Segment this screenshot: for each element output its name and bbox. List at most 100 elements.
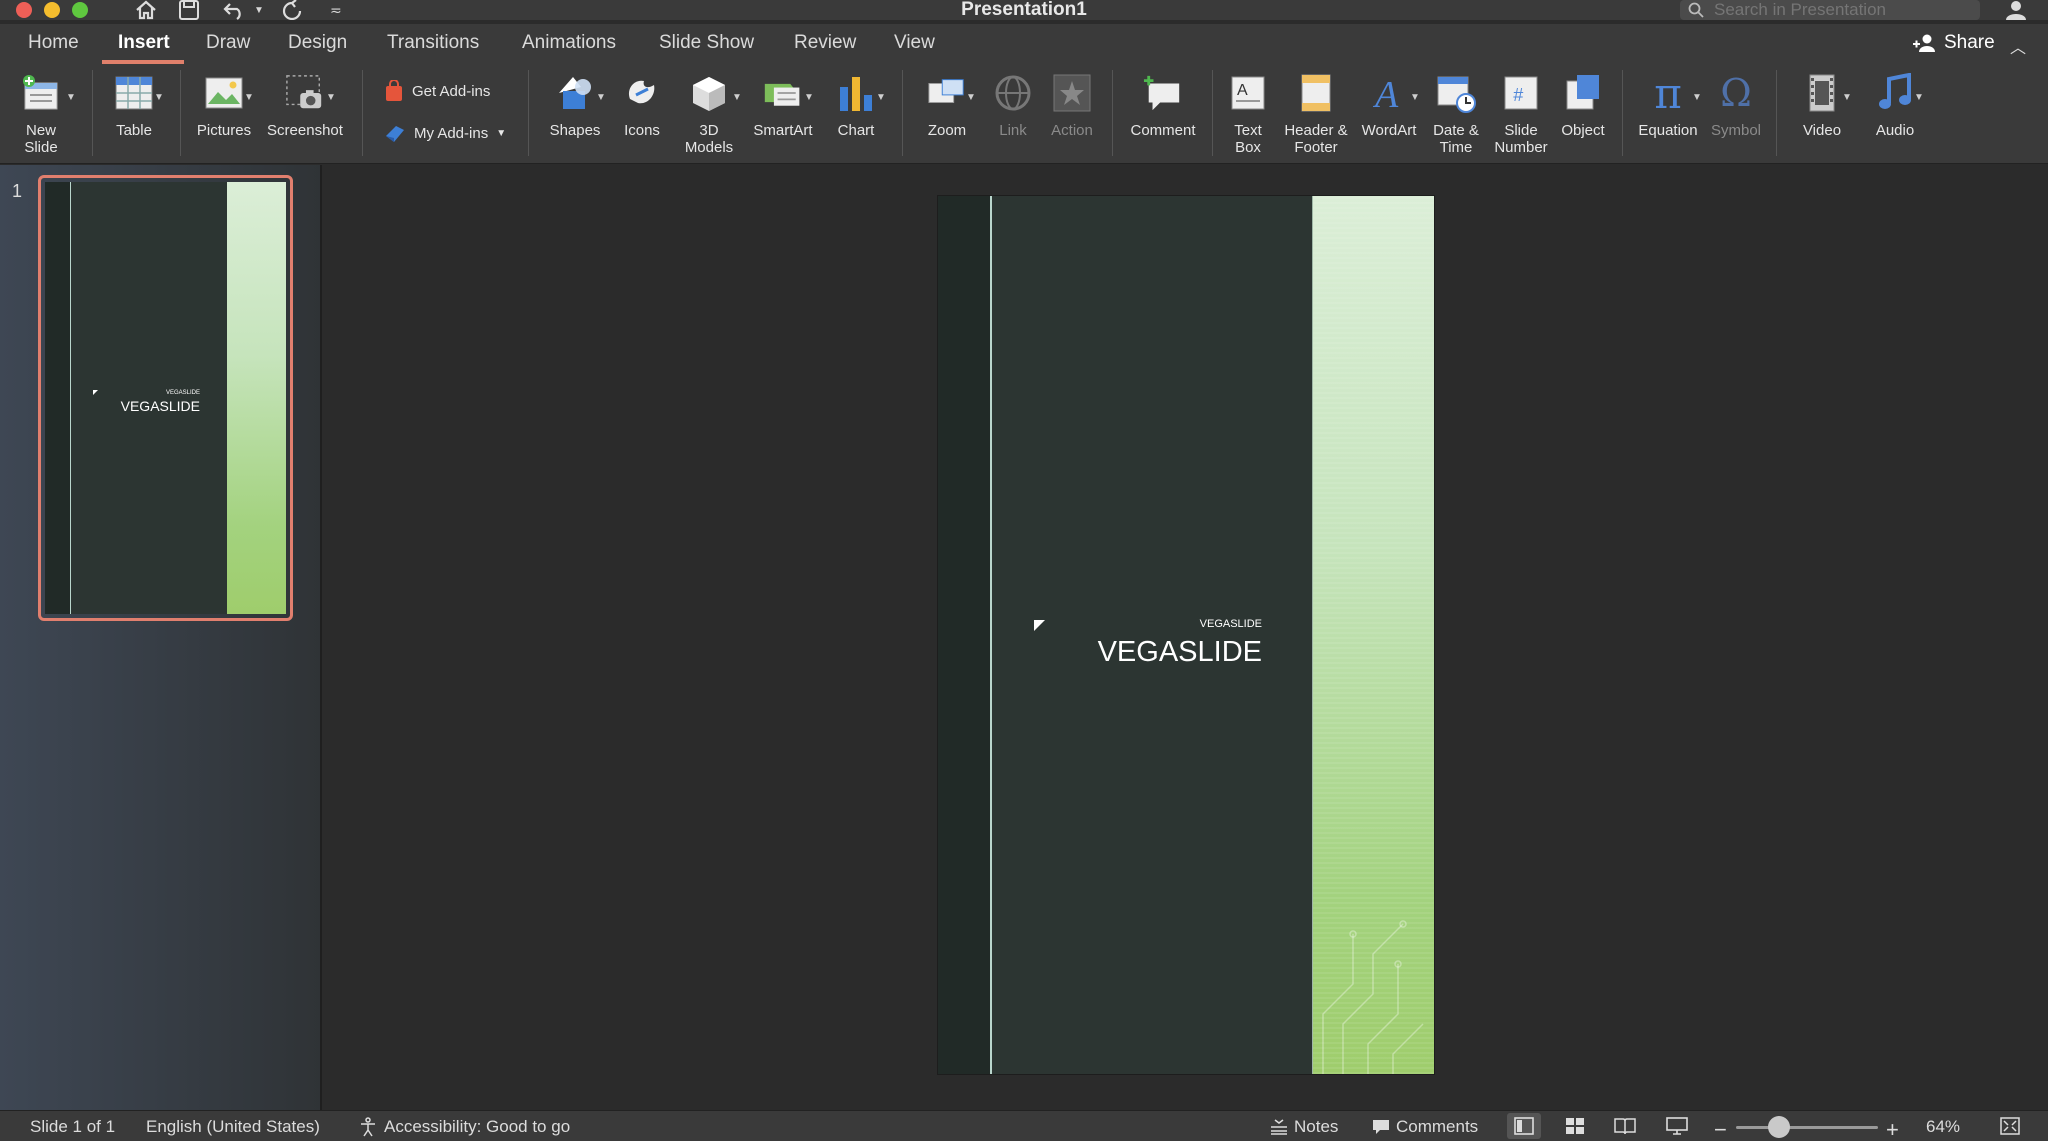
slide-thumbnail-pane: 1 VEGASLIDE VEGASLIDE bbox=[0, 165, 322, 1110]
header-footer-icon bbox=[1296, 72, 1336, 114]
slide-show-button[interactable] bbox=[1660, 1113, 1694, 1139]
notes-button[interactable]: Notes bbox=[1270, 1117, 1338, 1137]
slide-subtitle[interactable]: VEGASLIDE bbox=[1200, 618, 1262, 630]
screenshot-icon bbox=[285, 72, 325, 114]
title-bar: ▼ ≂ Presentation1 bbox=[0, 0, 2048, 20]
chart-button[interactable]: Chart bbox=[826, 72, 886, 139]
bar-chart-icon bbox=[836, 72, 876, 114]
screenshot-label: Screenshot bbox=[267, 122, 343, 139]
link-button[interactable]: Link bbox=[986, 72, 1040, 139]
pi-icon: π bbox=[1654, 68, 1682, 118]
tab-review[interactable]: Review bbox=[794, 32, 856, 54]
video-dropdown-icon[interactable]: ▼ bbox=[1842, 92, 1852, 103]
slide-canvas[interactable]: VEGASLIDE VEGASLIDE bbox=[938, 196, 1434, 1074]
action-button[interactable]: Action bbox=[1044, 72, 1100, 139]
shapes-button[interactable]: Shapes bbox=[542, 72, 608, 139]
search-box[interactable] bbox=[1680, 0, 1980, 20]
tab-animations[interactable]: Animations bbox=[522, 32, 616, 54]
comment-bubble-icon bbox=[1373, 1120, 1389, 1134]
my-addins-dropdown-icon[interactable]: ▼ bbox=[496, 128, 506, 139]
screenshot-dropdown-icon[interactable]: ▼ bbox=[326, 92, 336, 103]
share-button[interactable]: Share bbox=[1912, 32, 1995, 54]
comment-label: Comment bbox=[1130, 122, 1196, 139]
thumbnail-title: VEGASLIDE bbox=[120, 398, 200, 414]
notes-icon bbox=[1271, 1119, 1287, 1135]
tab-transitions[interactable]: Transitions bbox=[387, 32, 479, 54]
my-addins-button[interactable]: My Add-ins ▼ bbox=[384, 122, 506, 144]
audio-label: Audio bbox=[1875, 122, 1915, 139]
slide-number-button[interactable]: # Slide Number bbox=[1490, 72, 1552, 156]
zoom-percentage[interactable]: 64% bbox=[1926, 1117, 1960, 1137]
film-icon bbox=[1802, 72, 1842, 114]
comments-label: Comments bbox=[1396, 1117, 1479, 1136]
new-slide-button[interactable]: New Slide bbox=[12, 72, 70, 156]
pane-splitter[interactable] bbox=[320, 165, 322, 1110]
3d-models-dropdown-icon[interactable]: ▼ bbox=[732, 92, 742, 103]
tab-home[interactable]: Home bbox=[28, 32, 79, 54]
search-input[interactable] bbox=[1714, 0, 1974, 20]
comment-icon bbox=[1143, 72, 1183, 114]
thumbnail-number: 1 bbox=[12, 181, 23, 201]
chart-dropdown-icon[interactable]: ▼ bbox=[876, 92, 886, 103]
tab-insert[interactable]: Insert bbox=[118, 32, 170, 54]
slide-sorter-button[interactable] bbox=[1558, 1113, 1592, 1139]
object-button[interactable]: Object bbox=[1554, 72, 1612, 139]
object-icon bbox=[1563, 72, 1603, 114]
wordart-button[interactable]: A WordArt bbox=[1356, 72, 1422, 139]
fit-to-window-button[interactable] bbox=[2000, 1117, 2020, 1135]
smartart-button[interactable]: SmartArt bbox=[748, 72, 818, 139]
zoom-slider-track[interactable] bbox=[1736, 1126, 1878, 1129]
pictures-button[interactable]: Pictures bbox=[192, 72, 256, 139]
tab-design[interactable]: Design bbox=[288, 32, 347, 54]
accessibility-status[interactable]: Accessibility: Good to go bbox=[358, 1117, 570, 1137]
zoom-label: Zoom bbox=[927, 122, 967, 139]
zoom-out-button[interactable]: − bbox=[1714, 1117, 1727, 1141]
add-person-icon bbox=[1913, 34, 1935, 52]
slide-thumbnail-1[interactable]: VEGASLIDE VEGASLIDE bbox=[38, 175, 293, 621]
table-label: Table bbox=[116, 122, 152, 139]
video-button[interactable]: Video bbox=[1790, 72, 1854, 139]
comments-button[interactable]: Comments bbox=[1372, 1117, 1478, 1137]
equation-button[interactable]: π Equation bbox=[1632, 72, 1704, 139]
tab-view[interactable]: View bbox=[894, 32, 935, 54]
shapes-dropdown-icon[interactable]: ▼ bbox=[596, 92, 606, 103]
header-footer-button[interactable]: Header & Footer bbox=[1278, 72, 1354, 156]
zoom-in-button[interactable]: + bbox=[1886, 1117, 1899, 1141]
normal-view-button[interactable] bbox=[1507, 1113, 1541, 1139]
audio-button[interactable]: Audio bbox=[1864, 72, 1926, 139]
svg-text:#: # bbox=[1513, 85, 1524, 105]
addins-icon bbox=[386, 126, 404, 142]
zoom-slider-thumb[interactable] bbox=[1767, 1116, 1790, 1138]
equation-dropdown-icon[interactable]: ▼ bbox=[1692, 92, 1702, 103]
collapse-ribbon-icon[interactable]: ︿ bbox=[2010, 34, 2026, 58]
action-star-icon bbox=[1052, 72, 1092, 114]
screenshot-button[interactable]: Screenshot bbox=[262, 72, 348, 139]
insert-ribbon: New Slide ▼ Table ▼ Pictures ▼ Screensho… bbox=[0, 64, 2048, 164]
pictures-dropdown-icon[interactable]: ▼ bbox=[244, 92, 254, 103]
presentation-icon bbox=[1666, 1117, 1688, 1135]
wordart-dropdown-icon[interactable]: ▼ bbox=[1410, 92, 1420, 103]
reading-view-button[interactable] bbox=[1608, 1113, 1642, 1139]
new-slide-dropdown-icon[interactable]: ▼ bbox=[66, 92, 76, 103]
zoom-button[interactable]: Zoom bbox=[916, 72, 978, 139]
normal-view-icon bbox=[1514, 1117, 1534, 1135]
get-addins-button[interactable]: Get Add-ins bbox=[384, 80, 490, 102]
symbol-button[interactable]: Ω Symbol bbox=[1706, 72, 1766, 140]
text-box-button[interactable]: A Text Box bbox=[1224, 72, 1272, 156]
icons-icon bbox=[622, 72, 662, 114]
3d-models-button[interactable]: 3D Models bbox=[676, 72, 742, 156]
language-indicator[interactable]: English (United States) bbox=[146, 1117, 320, 1137]
user-account-icon[interactable] bbox=[2004, 0, 2028, 20]
date-time-button[interactable]: Date & Time bbox=[1424, 72, 1488, 156]
tab-slide-show[interactable]: Slide Show bbox=[659, 32, 754, 54]
comment-button[interactable]: Comment bbox=[1126, 72, 1200, 139]
table-button[interactable]: Table bbox=[104, 72, 164, 139]
table-dropdown-icon[interactable]: ▼ bbox=[154, 92, 164, 103]
zoom-dropdown-icon[interactable]: ▼ bbox=[966, 92, 976, 103]
tab-draw[interactable]: Draw bbox=[206, 32, 250, 54]
icons-button[interactable]: Icons bbox=[614, 72, 670, 139]
action-label: Action bbox=[1051, 122, 1093, 139]
smartart-dropdown-icon[interactable]: ▼ bbox=[804, 92, 814, 103]
audio-dropdown-icon[interactable]: ▼ bbox=[1914, 92, 1924, 103]
slide-title[interactable]: VEGASLIDE bbox=[1098, 636, 1262, 669]
